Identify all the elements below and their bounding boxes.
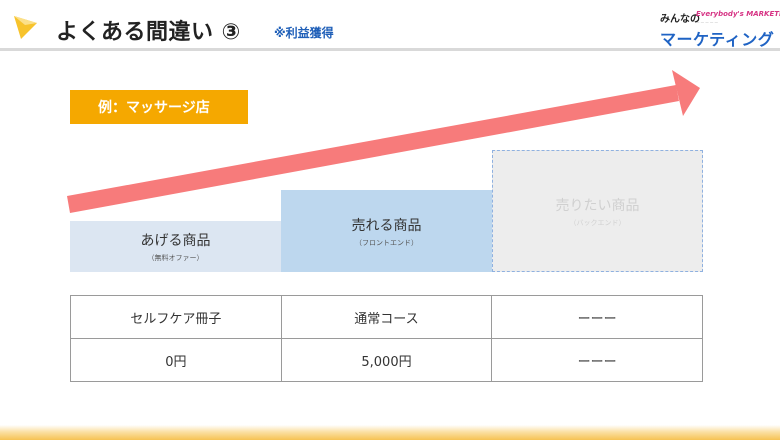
slide: よくある間違い ③ ※利益獲得 みんなの Everybody's MARKETI… (0, 0, 780, 440)
footer-band (0, 425, 780, 440)
free-offer-note: （無料オファー） (147, 254, 204, 262)
table-cell: セルフケア冊子 (70, 295, 282, 339)
table-cell: ーーー (491, 295, 703, 339)
free-offer-box: あげる商品 （無料オファー） (70, 221, 281, 272)
table-cell: 通常コース (280, 295, 493, 339)
product-table: セルフケア冊子 通常コース ーーー 0円 5,000円 ーーー (70, 295, 703, 382)
back-end-title: 売りたい商品 (555, 197, 640, 214)
table-row: セルフケア冊子 通常コース ーーー (70, 295, 703, 339)
table-row: 0円 5,000円 ーーー (70, 338, 703, 382)
front-end-box: 売れる商品 （フロントエンド） (281, 190, 492, 272)
back-end-box: 売りたい商品 （バックエンド） (492, 150, 703, 272)
table-cell: 5,000円 (280, 338, 493, 382)
front-end-note: （フロントエンド） (355, 238, 418, 247)
table-cell: 0円 (70, 338, 282, 382)
free-offer-title: あげる商品 (140, 233, 211, 249)
front-end-title: 売れる商品 (351, 217, 422, 234)
back-end-note: （バックエンド） (569, 218, 626, 227)
table-cell: ーーー (491, 338, 703, 382)
